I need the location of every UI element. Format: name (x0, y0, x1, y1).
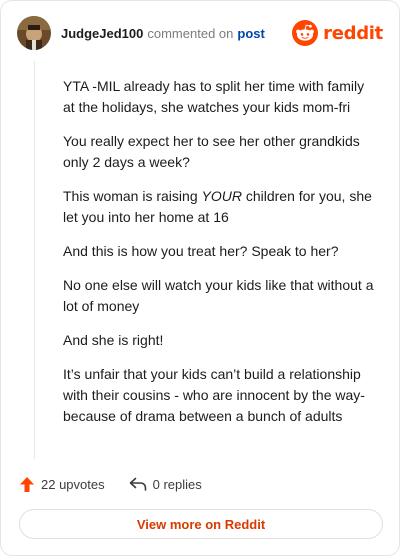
upvote-count: 22 upvotes (41, 476, 105, 492)
comment-paragraph: YTA -MIL already has to split her time w… (63, 78, 365, 115)
view-more-button[interactable]: View more on Reddit (19, 509, 383, 539)
reddit-brand[interactable]: reddit (292, 20, 383, 46)
upvote-button[interactable]: 22 upvotes (19, 476, 105, 493)
comment-footer: 22 upvotes 0 replies (19, 473, 202, 495)
upvote-arrow-icon (20, 476, 34, 492)
post-link[interactable]: post (237, 26, 264, 41)
avatar[interactable] (17, 16, 51, 50)
comment-paragraph: And this is how you treat her? Speak to … (63, 243, 339, 259)
avatar-image (17, 16, 51, 50)
comment-meta: JudgeJed100 commented on post (61, 26, 265, 41)
action-text: commented on (147, 25, 234, 41)
reddit-logo-icon (292, 20, 319, 46)
emphasis-text: YOUR (201, 188, 242, 204)
comment-paragraph: No one else will watch your kids like th… (63, 277, 374, 314)
thread-line (34, 61, 35, 459)
comment-paragraph: This woman is raising YOUR children for … (63, 186, 379, 228)
comment-paragraph: And she is right! (63, 332, 164, 348)
comment-paragraph: It’s unfair that your kids can’t build a… (63, 366, 365, 424)
comment-body: YTA -MIL already has to split her time w… (63, 76, 379, 440)
comment-text: This woman is raising (63, 188, 202, 204)
comment-paragraph: You really expect her to see her other g… (63, 133, 360, 170)
reply-count: 0 replies (152, 476, 202, 492)
reply-arrow-icon (129, 477, 146, 491)
comment-header: JudgeJed100 commented on post reddit (17, 15, 383, 51)
reddit-wordmark: reddit (323, 22, 383, 44)
embedded-comment-card: JudgeJed100 commented on post reddit YTA -… (0, 0, 400, 556)
reply-button[interactable]: 0 replies (129, 476, 202, 492)
username[interactable]: JudgeJed100 (61, 26, 143, 41)
